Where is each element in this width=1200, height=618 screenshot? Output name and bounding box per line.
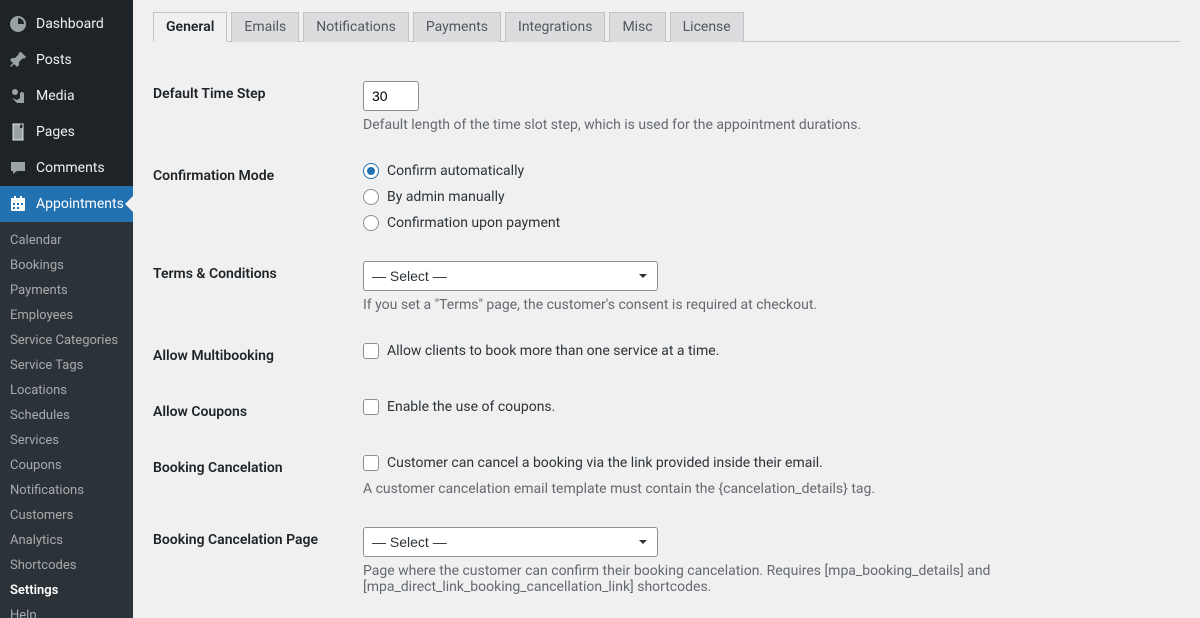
nav-dashboard[interactable]: Dashboard: [0, 6, 133, 42]
terms-select[interactable]: — Select —: [363, 261, 658, 291]
confirm-auto[interactable]: Confirm automatically: [363, 163, 1170, 179]
sub-schedules[interactable]: Schedules: [0, 403, 133, 428]
sub-shortcodes[interactable]: Shortcodes: [0, 553, 133, 578]
label-canceled-page: Booking Canceled Page: [153, 610, 353, 618]
sub-employees[interactable]: Employees: [0, 303, 133, 328]
nav-label: Appointments: [36, 196, 124, 212]
pin-icon: [8, 50, 28, 70]
label-cancel-page: Booking Cancelation Page: [153, 512, 353, 610]
sub-payments[interactable]: Payments: [0, 278, 133, 303]
check-label: Enable the use of coupons.: [387, 399, 555, 415]
radio-label: Confirm automatically: [387, 163, 524, 179]
submenu: Calendar Bookings Payments Employees Ser…: [0, 222, 133, 618]
settings-panel: General Emails Notifications Payments In…: [133, 0, 1200, 618]
check-label: Customer can cancel a booking via the li…: [387, 455, 823, 471]
sub-service-tags[interactable]: Service Tags: [0, 353, 133, 378]
sub-calendar[interactable]: Calendar: [0, 228, 133, 253]
label-multibooking: Allow Multibooking: [153, 328, 353, 384]
label-confirmation: Confirmation Mode: [153, 148, 353, 246]
nav-pages[interactable]: Pages: [0, 114, 133, 150]
confirm-auto-radio[interactable]: [363, 163, 379, 179]
nav-label: Comments: [36, 160, 105, 176]
nav-label: Media: [36, 88, 75, 104]
nav-label: Pages: [36, 124, 75, 140]
time-step-desc: Default length of the time slot step, wh…: [363, 117, 1170, 133]
label-coupons: Allow Coupons: [153, 384, 353, 440]
media-icon: [8, 86, 28, 106]
check-label: Allow clients to book more than one serv…: [387, 343, 719, 359]
sub-settings[interactable]: Settings: [0, 578, 133, 603]
nav-posts[interactable]: Posts: [0, 42, 133, 78]
coupons-checkbox[interactable]: [363, 399, 379, 415]
tab-license[interactable]: License: [670, 12, 744, 42]
sub-help[interactable]: Help: [0, 603, 133, 618]
multibooking-checkbox[interactable]: [363, 343, 379, 359]
sub-services[interactable]: Services: [0, 428, 133, 453]
confirm-admin[interactable]: By admin manually: [363, 189, 1170, 205]
confirm-payment-radio[interactable]: [363, 215, 379, 231]
multibooking-option[interactable]: Allow clients to book more than one serv…: [363, 343, 1170, 359]
tab-misc[interactable]: Misc: [609, 12, 665, 42]
nav-label: Posts: [36, 52, 72, 68]
nav-comments[interactable]: Comments: [0, 150, 133, 186]
label-time-step: Default Time Step: [153, 66, 353, 148]
tab-integrations[interactable]: Integrations: [505, 12, 605, 42]
cancelation-desc: A customer cancelation email template mu…: [363, 481, 1170, 497]
coupons-option[interactable]: Enable the use of coupons.: [363, 399, 1170, 415]
cancelation-checkbox[interactable]: [363, 455, 379, 471]
confirm-payment[interactable]: Confirmation upon payment: [363, 215, 1170, 231]
cancel-page-select[interactable]: — Select —: [363, 527, 658, 557]
sub-analytics[interactable]: Analytics: [0, 528, 133, 553]
tab-notifications[interactable]: Notifications: [303, 12, 409, 42]
terms-desc: If you set a "Terms" page, the customer'…: [363, 297, 1170, 313]
sub-notifications[interactable]: Notifications: [0, 478, 133, 503]
calendar-icon: [8, 194, 28, 214]
time-step-input[interactable]: [363, 81, 419, 111]
admin-sidebar: Dashboard Posts Media Pages: [0, 0, 133, 618]
sub-bookings[interactable]: Bookings: [0, 253, 133, 278]
nav-appointments[interactable]: Appointments: [0, 186, 133, 222]
comments-icon: [8, 158, 28, 178]
label-terms: Terms & Conditions: [153, 246, 353, 328]
tabs-nav: General Emails Notifications Payments In…: [153, 12, 1180, 42]
radio-label: Confirmation upon payment: [387, 215, 560, 231]
sub-customers[interactable]: Customers: [0, 503, 133, 528]
confirm-admin-radio[interactable]: [363, 189, 379, 205]
label-cancelation: Booking Cancelation: [153, 440, 353, 512]
tab-emails[interactable]: Emails: [231, 12, 299, 42]
tab-payments[interactable]: Payments: [413, 12, 501, 42]
dashboard-icon: [8, 14, 28, 34]
tab-general[interactable]: General: [153, 12, 227, 42]
radio-label: By admin manually: [387, 189, 505, 205]
nav-label: Dashboard: [36, 16, 104, 32]
cancelation-option[interactable]: Customer can cancel a booking via the li…: [363, 455, 1170, 471]
sub-service-categories[interactable]: Service Categories: [0, 328, 133, 353]
sub-coupons[interactable]: Coupons: [0, 453, 133, 478]
cancel-page-desc: Page where the customer can confirm thei…: [363, 563, 1170, 595]
sub-locations[interactable]: Locations: [0, 378, 133, 403]
pages-icon: [8, 122, 28, 142]
nav-media[interactable]: Media: [0, 78, 133, 114]
